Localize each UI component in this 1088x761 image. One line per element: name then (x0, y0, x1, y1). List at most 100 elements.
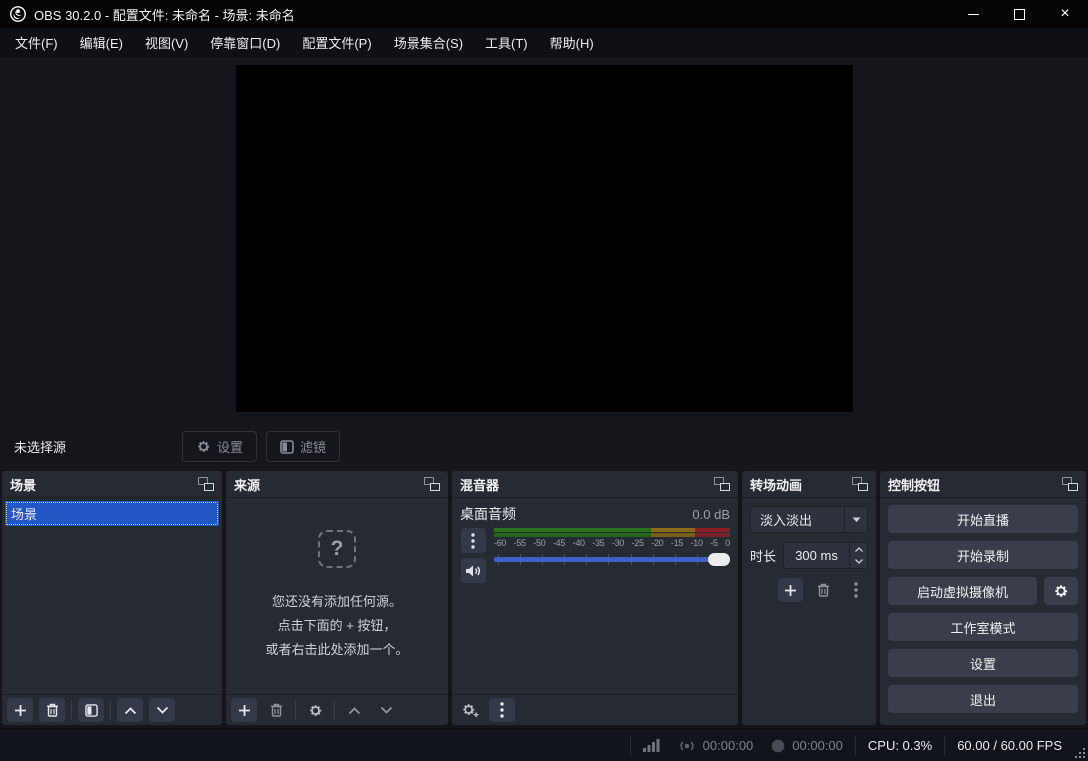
transitions-body: 淡入淡出 时长 300 ms (742, 498, 876, 725)
obs-window: OBS 30.2.0 - 配置文件: 未命名 - 场景: 未命名 × 文件(F)… (0, 0, 1088, 761)
volume-slider[interactable] (494, 550, 730, 568)
mixer-toolbar (452, 694, 738, 725)
add-scene-button[interactable] (7, 698, 33, 722)
settings-button[interactable]: 设置 (888, 649, 1078, 677)
channel-options-button[interactable] (460, 528, 486, 553)
remove-transition-button[interactable] (811, 578, 836, 602)
vertical-dots-icon (471, 532, 475, 549)
mute-toggle-button[interactable] (460, 558, 486, 583)
scene-name: 场景 (11, 507, 38, 522)
source-properties-button[interactable]: 设置 (182, 431, 258, 462)
scene-filters-button[interactable] (78, 698, 104, 722)
signal-bars-icon (642, 739, 660, 752)
add-source-button[interactable] (231, 698, 257, 722)
sources-list[interactable]: ? 您还没有添加任何源。 点击下面的 + 按钮， 或者右击此处添加一个。 (226, 498, 448, 694)
add-transition-button[interactable] (778, 578, 803, 602)
maximize-icon (1013, 8, 1025, 20)
scenes-toolbar (2, 694, 222, 725)
trash-icon (817, 583, 829, 597)
menubar: 文件(F) 编辑(E) 视图(V) 停靠窗口(D) 配置文件(P) 场景集合(S… (0, 28, 1088, 57)
start-recording-button[interactable]: 开始录制 (888, 541, 1078, 569)
statusbar-separator (629, 735, 631, 756)
preview-area (0, 57, 1088, 425)
controls-body: 开始直播 开始录制 启动虚拟摄像机 工作室模式 设置 退出 (880, 498, 1086, 725)
obs-logo-icon (10, 6, 26, 22)
toolbar-separator (334, 700, 335, 720)
minimize-icon (967, 13, 979, 15)
slider-handle[interactable] (708, 553, 730, 566)
transition-properties-button[interactable] (843, 578, 868, 602)
spin-up-button[interactable] (850, 543, 867, 556)
chevron-up-icon (124, 706, 136, 714)
empty-hint-line1: 您还没有添加任何源。 (271, 594, 402, 609)
transition-select[interactable]: 淡入淡出 (750, 506, 868, 533)
controls-dock-header[interactable]: 控制按钮 (880, 471, 1086, 498)
statusbar-separator (854, 735, 856, 756)
chevron-down-icon (156, 706, 168, 714)
minimize-button[interactable] (950, 0, 996, 28)
source-properties-toolbar-button[interactable] (302, 698, 328, 722)
source-move-down-button[interactable] (373, 698, 399, 722)
slider-track (494, 557, 730, 562)
filters-icon (280, 439, 294, 454)
scenes-dock: 场景 场景 (2, 471, 222, 725)
popout-icon[interactable] (424, 477, 440, 491)
scenes-dock-header[interactable]: 场景 (2, 471, 222, 498)
menu-file[interactable]: 文件(F) (4, 28, 69, 57)
menu-tools[interactable]: 工具(T) (474, 28, 539, 57)
popout-icon[interactable] (1062, 477, 1078, 491)
scenes-title: 场景 (10, 477, 37, 493)
menu-view[interactable]: 视图(V) (134, 28, 199, 57)
popout-icon[interactable] (198, 477, 214, 491)
menu-help[interactable]: 帮助(H) (539, 28, 605, 57)
scene-move-up-button[interactable] (117, 698, 143, 722)
scene-move-down-button[interactable] (149, 698, 175, 722)
popout-icon[interactable] (852, 477, 868, 491)
mixer-options-button[interactable] (489, 698, 515, 722)
trash-icon (46, 703, 58, 717)
gear-icon (198, 441, 210, 452)
empty-hint-line2: 点击下面的 + 按钮， (277, 618, 397, 633)
mixer-dock-header[interactable]: 混音器 (452, 471, 738, 498)
menu-scene-collection[interactable]: 场景集合(S) (383, 28, 474, 57)
duration-label: 时长 (750, 549, 777, 564)
remove-source-button[interactable] (263, 698, 289, 722)
close-icon: × (1060, 5, 1070, 22)
source-action-buttons: 设置 滤镜 (182, 431, 341, 462)
virtual-camera-config-button[interactable] (1044, 577, 1078, 605)
advanced-audio-button[interactable] (457, 698, 483, 722)
transitions-dock-header[interactable]: 转场动画 (742, 471, 876, 498)
chevron-down-icon (854, 559, 863, 565)
statusbar-separator (944, 735, 946, 756)
stream-time: 00:00:00 (702, 738, 754, 753)
source-filters-button[interactable]: 滤镜 (266, 431, 341, 462)
menu-docks[interactable]: 停靠窗口(D) (199, 28, 291, 57)
menu-edit[interactable]: 编辑(E) (69, 28, 134, 57)
network-status (642, 739, 660, 752)
window-controls: × (950, 0, 1088, 28)
cpu-value: CPU: 0.3% (867, 738, 933, 753)
popout-icon[interactable] (714, 477, 730, 491)
source-move-up-button[interactable] (341, 698, 367, 722)
spin-down-button[interactable] (850, 556, 867, 569)
program-preview[interactable] (235, 65, 853, 412)
duration-spinbox[interactable]: 300 ms (783, 542, 868, 569)
audio-level-db: 0.0 dB (692, 506, 730, 522)
scene-list-item[interactable]: 场景 (5, 501, 219, 526)
exit-button[interactable]: 退出 (888, 685, 1078, 713)
audio-channel-name: 桌面音频 (460, 506, 516, 522)
menu-profile[interactable]: 配置文件(P) (291, 28, 382, 57)
maximize-button[interactable] (996, 0, 1042, 28)
resize-grip[interactable] (1075, 748, 1085, 758)
start-virtual-camera-button[interactable]: 启动虚拟摄像机 (888, 577, 1037, 605)
sources-title: 来源 (234, 477, 261, 493)
duration-value[interactable]: 300 ms (784, 543, 849, 568)
start-streaming-button[interactable]: 开始直播 (888, 505, 1078, 533)
sources-dock-header[interactable]: 来源 (226, 471, 448, 498)
remove-scene-button[interactable] (39, 698, 65, 722)
studio-mode-button[interactable]: 工作室模式 (888, 613, 1078, 641)
chevron-up-icon (854, 546, 863, 552)
statusbar: 00:00:00 00:00:00 CPU: 0.3% 60.00 / 60.0… (0, 728, 1088, 761)
close-button[interactable]: × (1042, 0, 1088, 28)
toolbar-separator (295, 700, 296, 720)
